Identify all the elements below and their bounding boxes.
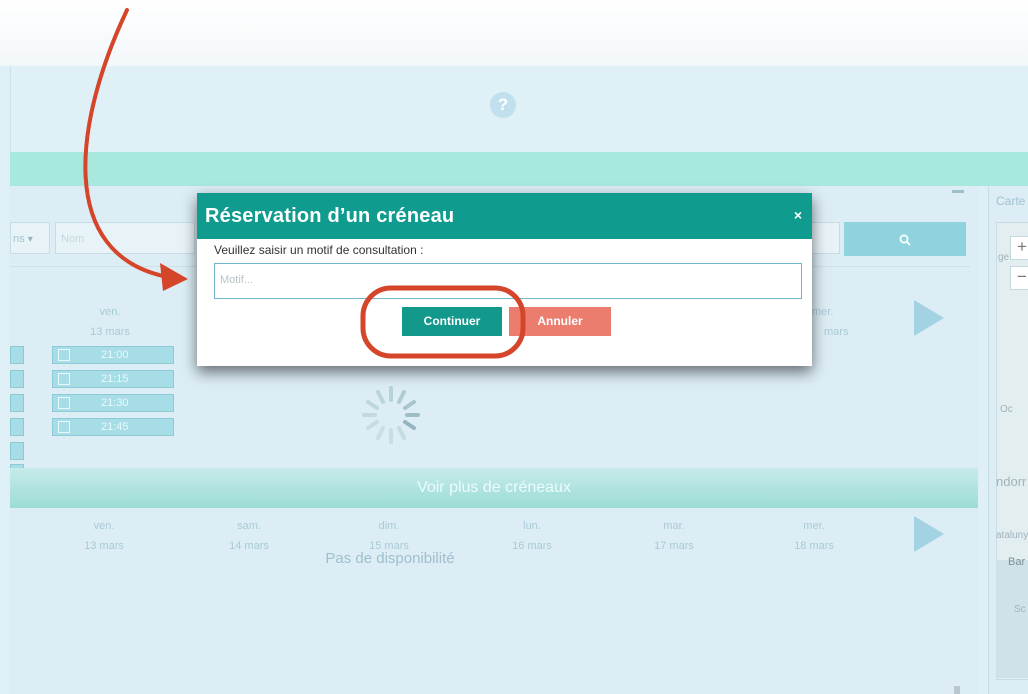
day-name: mer.	[803, 520, 825, 532]
time-slot[interactable]	[10, 394, 24, 412]
day-header: sam. 14 mars	[209, 520, 289, 552]
location-input[interactable]	[810, 222, 840, 254]
day-header: lun. 16 mars	[492, 520, 572, 552]
time-slot[interactable]: 21:30	[52, 394, 174, 412]
more-slots-button[interactable]: Voir plus de créneaux	[10, 468, 978, 508]
video-icon	[58, 373, 70, 385]
video-icon	[58, 349, 70, 361]
next-week-arrow[interactable]	[914, 516, 944, 552]
map-sea	[996, 560, 1028, 678]
time-slot[interactable]	[10, 346, 24, 364]
day-date: 13 mars	[90, 326, 130, 338]
day-name: sam.	[237, 520, 261, 532]
day-date: 14 mars	[229, 540, 269, 552]
scrollbar[interactable]	[954, 686, 960, 694]
minimize-icon[interactable]	[952, 190, 964, 193]
map-label: Sc	[1014, 604, 1026, 615]
map-label: Bar	[1008, 556, 1026, 568]
day-name: dim.	[378, 520, 400, 532]
no-availability-message: Pas de disponibilité	[325, 550, 455, 567]
slot-time: 21:30	[101, 397, 129, 409]
time-slot[interactable]	[10, 442, 24, 460]
cancel-button[interactable]: Annuler	[509, 307, 611, 336]
day-name: ven.	[93, 520, 115, 532]
slot-time: 21:45	[101, 421, 129, 433]
help-icon[interactable]: ?	[490, 92, 516, 118]
select-value: ns	[13, 233, 25, 245]
time-slot[interactable]: 21:00	[52, 346, 174, 364]
continue-button[interactable]: Continuer	[402, 307, 502, 336]
header-band	[10, 152, 1028, 186]
motif-label: Veuillez saisir un motif de consultation…	[214, 243, 424, 257]
slot-time: 21:00	[101, 349, 129, 361]
modal-title: Réservation d’un créneau	[205, 205, 455, 227]
page-top-background	[0, 0, 1028, 66]
day-date: 13 mars	[84, 540, 124, 552]
zoom-out-button[interactable]: −	[1010, 266, 1028, 290]
modal-header: Réservation d’un créneau ×	[197, 193, 812, 239]
time-slot[interactable]: 21:45	[52, 418, 174, 436]
video-icon	[58, 421, 70, 433]
time-slot[interactable]: 21:15	[52, 370, 174, 388]
day-header: mer. 18 mars	[774, 520, 854, 552]
day-header: mar. 17 mars	[634, 520, 714, 552]
time-slot[interactable]	[10, 418, 24, 436]
search-button[interactable]	[844, 222, 966, 256]
day-name: mar.	[663, 520, 685, 532]
motif-input[interactable]: Motif...	[214, 263, 802, 299]
name-input[interactable]: Nom	[55, 222, 195, 254]
day-header: ven. 13 mars	[64, 520, 144, 552]
next-week-arrow[interactable]	[914, 300, 944, 336]
zoom-in-button[interactable]: +	[1010, 236, 1028, 260]
time-slot[interactable]	[10, 370, 24, 388]
reservation-modal: Réservation d’un créneau × Veuillez sais…	[197, 193, 812, 366]
day-date: 18 mars	[794, 540, 834, 552]
day-header: ven. 13 mars	[70, 306, 150, 338]
map-label: ataluny	[996, 530, 1028, 541]
map-label: ge	[998, 252, 1010, 263]
day-header: dim. 15 mars	[349, 520, 429, 552]
slot-time: 21:15	[101, 373, 129, 385]
day-date: 17 mars	[654, 540, 694, 552]
close-icon[interactable]: ×	[794, 207, 802, 223]
app-header	[10, 66, 1028, 152]
specialty-select[interactable]: ns ▾	[10, 222, 50, 254]
map-title: Carte	[996, 194, 1026, 208]
help-icon-glyph: ?	[497, 95, 509, 114]
search-icon	[899, 234, 911, 246]
day-name: ven.	[99, 306, 121, 318]
map-label: Oc	[1000, 404, 1013, 415]
chevron-down-icon: ▾	[27, 234, 33, 245]
video-icon	[58, 397, 70, 409]
day-date: 16 mars	[512, 540, 552, 552]
map-label: ndorr	[996, 474, 1027, 489]
loading-spinner-icon	[362, 386, 420, 444]
day-name: lun.	[523, 520, 541, 532]
